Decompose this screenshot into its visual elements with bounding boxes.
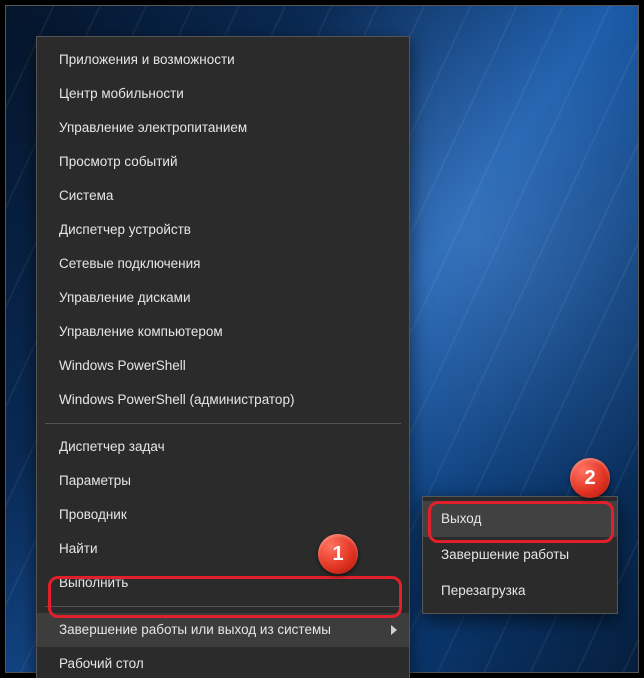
menu-item-event-viewer[interactable]: Просмотр событий (37, 145, 409, 179)
menu-item-label: Параметры (59, 473, 131, 488)
submenu-item-signout[interactable]: Выход (423, 501, 617, 537)
menu-item-explorer[interactable]: Проводник (37, 498, 409, 532)
menu-item-label: Система (59, 188, 113, 203)
menu-item-powershell[interactable]: Windows PowerShell (37, 349, 409, 383)
screenshot-stage: Приложения и возможности Центр мобильнос… (0, 0, 644, 678)
menu-item-task-manager[interactable]: Диспетчер задач (37, 430, 409, 464)
menu-item-label: Управление электропитанием (59, 120, 247, 135)
menu-item-settings[interactable]: Параметры (37, 464, 409, 498)
menu-item-label: Windows PowerShell (администратор) (59, 392, 294, 407)
menu-item-label: Перезагрузка (441, 583, 526, 598)
menu-item-network-connections[interactable]: Сетевые подключения (37, 247, 409, 281)
menu-item-device-manager[interactable]: Диспетчер устройств (37, 213, 409, 247)
menu-item-run[interactable]: Выполнить (37, 566, 409, 600)
step-badge-2: 2 (570, 458, 610, 498)
menu-item-label: Выполнить (59, 575, 128, 590)
menu-item-powershell-admin[interactable]: Windows PowerShell (администратор) (37, 383, 409, 417)
menu-item-mobility-center[interactable]: Центр мобильности (37, 77, 409, 111)
menu-item-system[interactable]: Система (37, 179, 409, 213)
menu-item-label: Управление компьютером (59, 324, 223, 339)
menu-separator (45, 606, 401, 607)
submenu-item-shutdown[interactable]: Завершение работы (423, 537, 617, 573)
menu-item-label: Просмотр событий (59, 154, 178, 169)
menu-item-label: Выход (441, 511, 481, 526)
menu-item-label: Центр мобильности (59, 86, 184, 101)
menu-item-power-options[interactable]: Управление электропитанием (37, 111, 409, 145)
menu-item-label: Проводник (59, 507, 127, 522)
step-badge-1: 1 (318, 534, 358, 574)
menu-item-disk-management[interactable]: Управление дисками (37, 281, 409, 315)
menu-item-desktop[interactable]: Рабочий стол (37, 647, 409, 678)
menu-item-apps-features[interactable]: Приложения и возможности (37, 43, 409, 77)
winx-context-menu: Приложения и возможности Центр мобильнос… (36, 36, 410, 678)
shutdown-submenu: Выход Завершение работы Перезагрузка (422, 496, 618, 614)
menu-separator (45, 423, 401, 424)
menu-item-label: Приложения и возможности (59, 52, 235, 67)
chevron-right-icon (389, 625, 399, 635)
menu-item-label: Завершение работы (441, 547, 569, 562)
screenshot-frame: Приложения и возможности Центр мобильнос… (5, 5, 639, 673)
menu-item-label: Windows PowerShell (59, 358, 186, 373)
menu-item-label: Завершение работы или выход из системы (59, 622, 331, 637)
menu-item-label: Диспетчер устройств (59, 222, 191, 237)
menu-item-shutdown-signout[interactable]: Завершение работы или выход из системы (37, 613, 409, 647)
menu-item-label: Управление дисками (59, 290, 191, 305)
menu-item-computer-management[interactable]: Управление компьютером (37, 315, 409, 349)
menu-item-label: Сетевые подключения (59, 256, 201, 271)
submenu-item-restart[interactable]: Перезагрузка (423, 573, 617, 609)
menu-item-label: Найти (59, 541, 98, 556)
menu-item-label: Рабочий стол (59, 656, 144, 671)
menu-item-label: Диспетчер задач (59, 439, 165, 454)
